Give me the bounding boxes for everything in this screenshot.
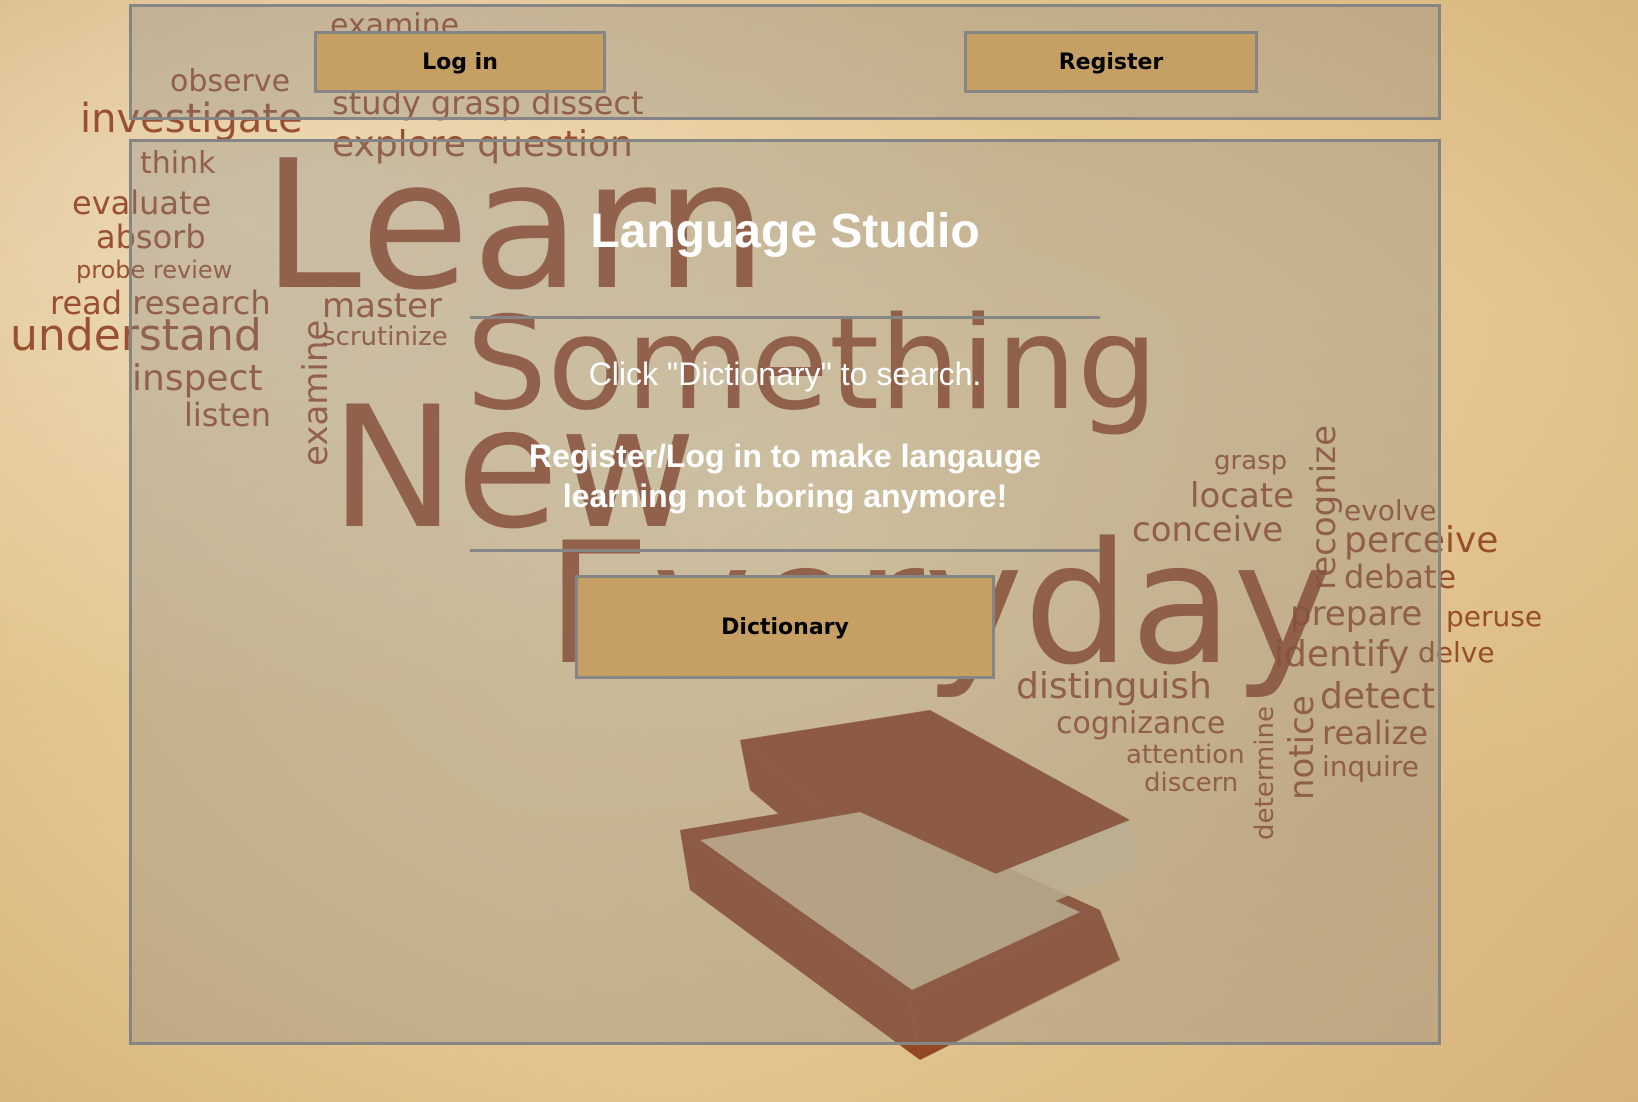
login-button[interactable]: Log in [314,31,606,93]
divider-top [470,316,1100,319]
page-title: Language Studio [590,205,980,258]
background-word: peruse [1446,600,1543,633]
divider-bottom [470,549,1100,552]
register-promo: Register/Log in to make langauge learnin… [528,438,1042,514]
top-nav-panel: Log in Register [129,4,1441,120]
dictionary-button[interactable]: Dictionary [575,575,995,679]
search-hint: Click "Dictionary" to search. [588,356,982,392]
register-button[interactable]: Register [964,31,1258,93]
main-panel: Language Studio Click "Dictionary" to se… [129,139,1441,1045]
